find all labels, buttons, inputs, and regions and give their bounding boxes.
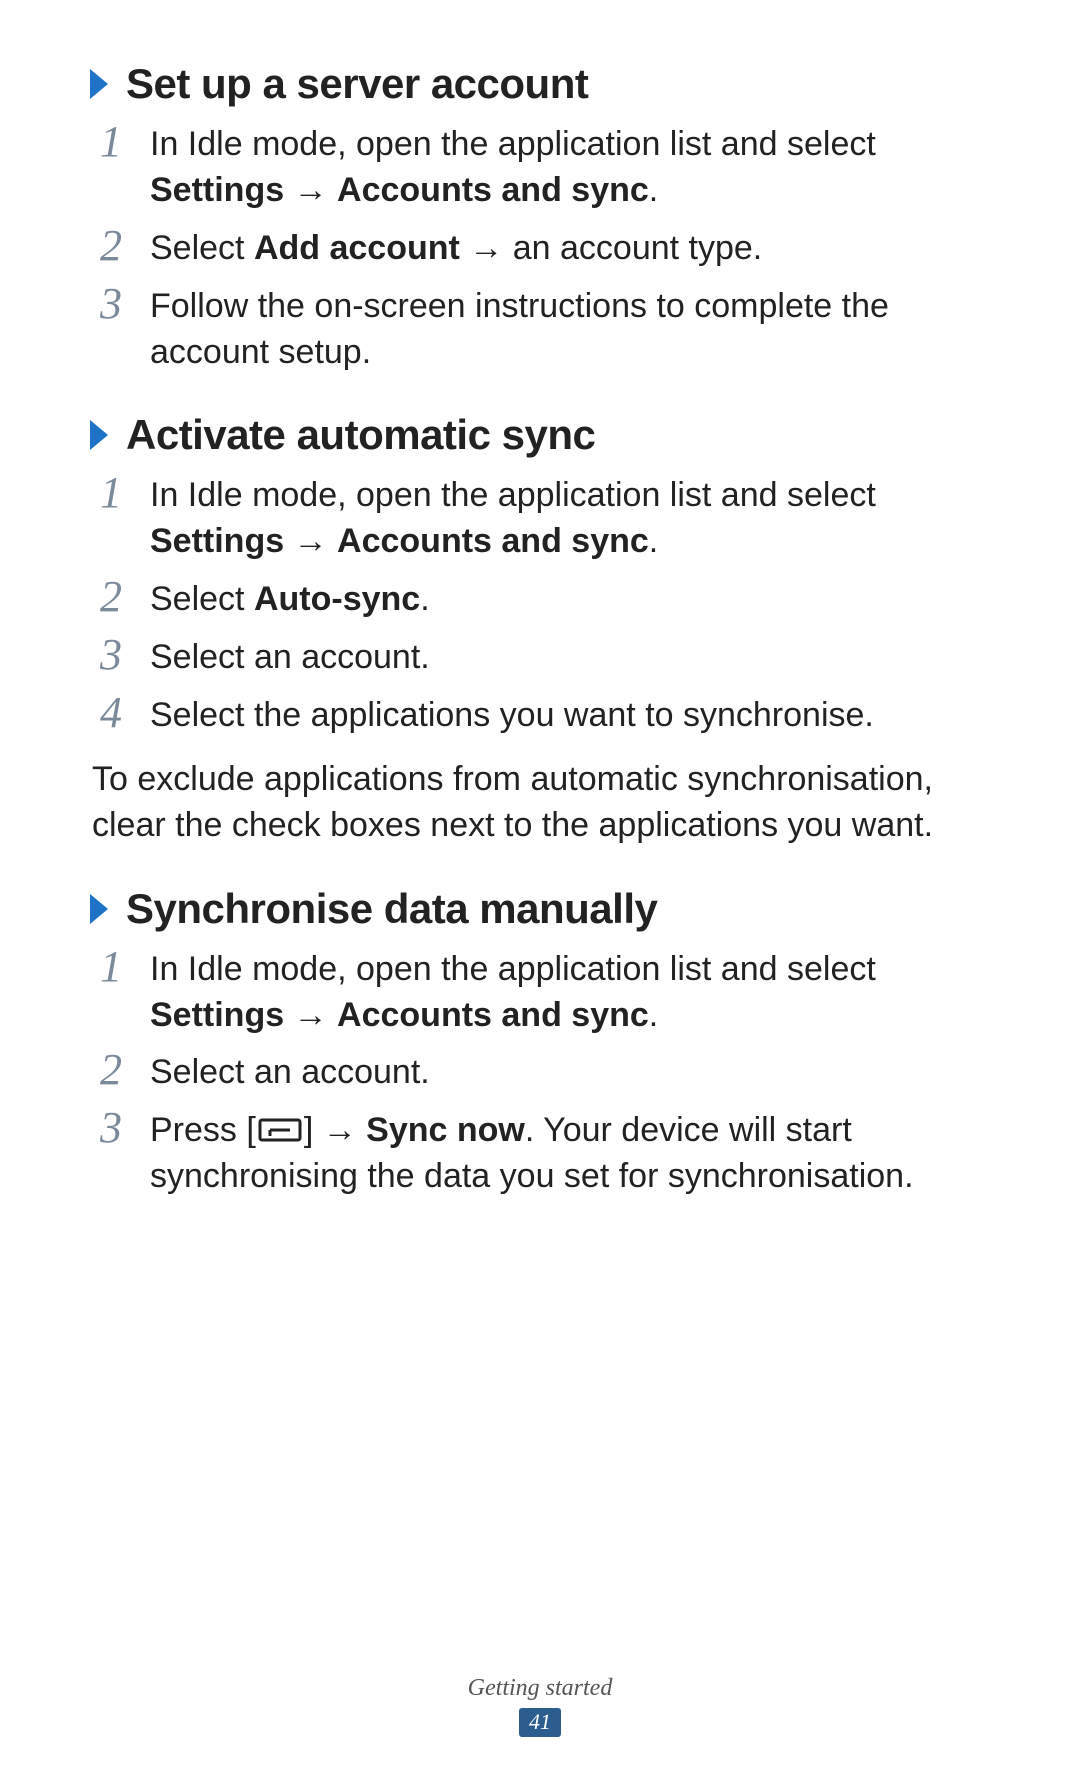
section-heading: Activate automatic sync xyxy=(88,411,992,459)
step-item: 2 Select Add account → an account type. xyxy=(88,222,992,272)
step-number: 1 xyxy=(92,943,130,989)
section-note: To exclude applications from automatic s… xyxy=(88,757,992,849)
step-text: In Idle mode, open the application list … xyxy=(150,118,992,214)
step-number: 3 xyxy=(92,1104,130,1150)
chevron-right-icon xyxy=(88,892,112,926)
step-text: Select an account. xyxy=(150,1046,992,1096)
footer-section-label: Getting started xyxy=(0,1675,1080,1702)
chevron-right-icon xyxy=(88,67,112,101)
step-number: 2 xyxy=(92,573,130,619)
step-item: 1 In Idle mode, open the application list… xyxy=(88,469,992,565)
step-number: 2 xyxy=(92,1046,130,1092)
step-item: 1 In Idle mode, open the application list… xyxy=(88,118,992,214)
step-item: 4 Select the applications you want to syn… xyxy=(88,689,992,739)
page-footer: Getting started 41 xyxy=(0,1675,1080,1737)
section-title: Activate automatic sync xyxy=(126,411,595,459)
step-item: 1 In Idle mode, open the application list… xyxy=(88,943,992,1039)
step-item: 3 Follow the on-screen instructions to co… xyxy=(88,280,992,376)
step-text: Select Auto-sync. xyxy=(150,573,992,623)
step-number: 1 xyxy=(92,469,130,515)
step-text: Select an account. xyxy=(150,631,992,681)
step-number: 3 xyxy=(92,631,130,677)
step-text: Select Add account → an account type. xyxy=(150,222,992,272)
section-heading: Set up a server account xyxy=(88,60,992,108)
step-number: 3 xyxy=(92,280,130,326)
step-item: 2 Select an account. xyxy=(88,1046,992,1096)
step-text: In Idle mode, open the application list … xyxy=(150,469,992,565)
section-title: Synchronise data manually xyxy=(126,885,657,933)
section-title: Set up a server account xyxy=(126,60,588,108)
step-text: Press [] → Sync now. Your device will st… xyxy=(150,1104,992,1200)
manual-page: Set up a server account 1 In Idle mode, op… xyxy=(0,0,1080,1200)
step-item: 2 Select Auto-sync. xyxy=(88,573,992,623)
step-number: 4 xyxy=(92,689,130,735)
step-text: In Idle mode, open the application list … xyxy=(150,943,992,1039)
step-text: Select the applications you want to sync… xyxy=(150,689,992,739)
page-number-badge: 41 xyxy=(519,1708,561,1737)
section-heading: Synchronise data manually xyxy=(88,885,992,933)
step-text: Follow the on-screen instructions to com… xyxy=(150,280,992,376)
step-number: 1 xyxy=(92,118,130,164)
step-number: 2 xyxy=(92,222,130,268)
step-item: 3 Select an account. xyxy=(88,631,992,681)
step-item: 3 Press [] → Sync now. Your device will s… xyxy=(88,1104,992,1200)
menu-key-icon xyxy=(258,1116,302,1144)
chevron-right-icon xyxy=(88,418,112,452)
